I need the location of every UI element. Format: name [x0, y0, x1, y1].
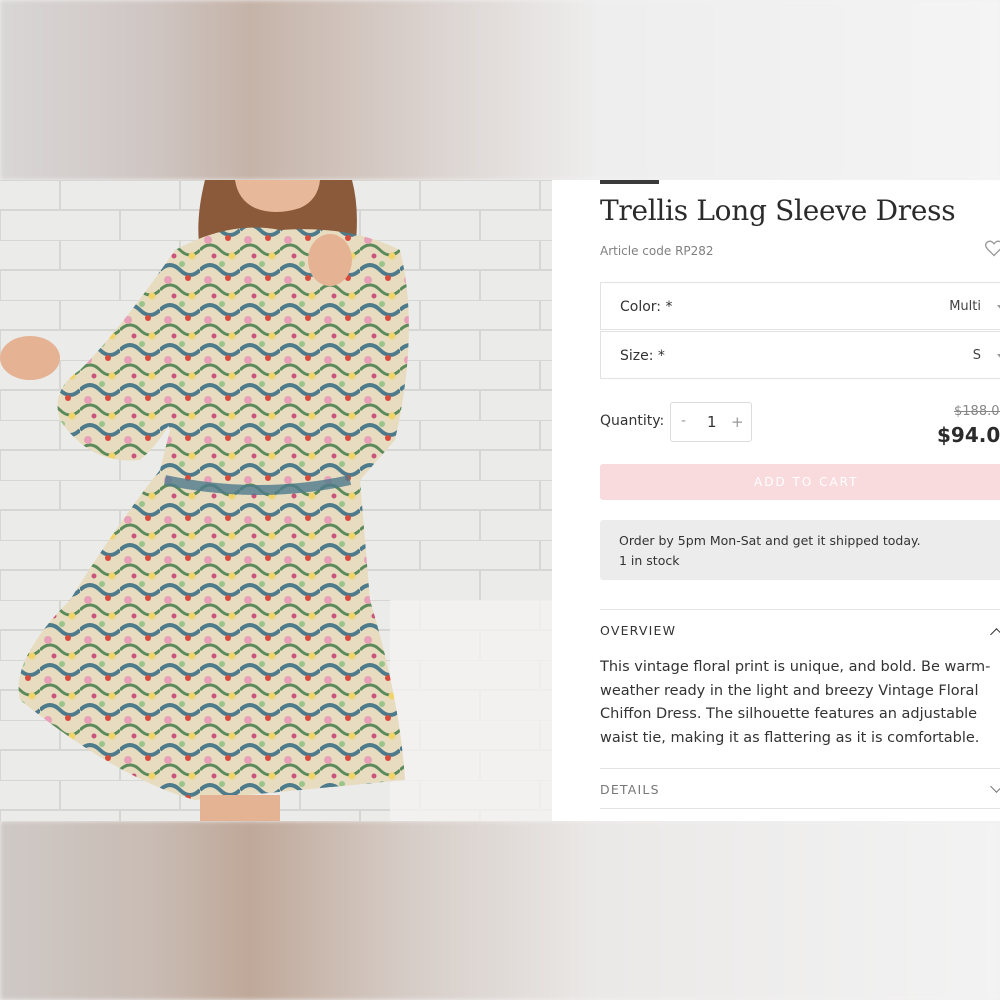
stock-status: 1 in stock — [619, 553, 680, 568]
color-label: Color: * — [620, 299, 673, 315]
color-value: Multi — [949, 299, 981, 314]
quantity-stepper: - 1 + — [670, 402, 752, 442]
divider — [600, 609, 1000, 610]
product-tag-bar — [600, 180, 659, 184]
add-to-cart-button[interactable]: ADD TO CART — [600, 464, 1000, 500]
product-details-panel: Trellis Long Sleeve Dress Article code R… — [552, 180, 1000, 821]
details-section-header[interactable]: DETAILS — [600, 782, 660, 797]
sale-price: $94.00 — [937, 423, 1000, 447]
size-value: S — [972, 348, 981, 363]
heart-icon[interactable] — [984, 238, 1000, 258]
blurred-background-top — [0, 0, 1000, 180]
overview-section-header[interactable]: OVERVIEW — [600, 623, 676, 638]
quantity-label: Quantity: — [600, 413, 665, 429]
product-title: Trellis Long Sleeve Dress — [600, 194, 956, 227]
color-select[interactable]: Color: * Multi — [600, 282, 1000, 330]
blurred-background-bottom — [0, 821, 1000, 1000]
overview-description: This vintage floral print is unique, and… — [600, 659, 991, 746]
product-photo-illustration — [0, 180, 552, 821]
quantity-decrease-button[interactable]: - — [681, 413, 686, 429]
quantity-value[interactable]: 1 — [707, 413, 717, 431]
quantity-increase-button[interactable]: + — [731, 413, 744, 431]
shipping-info: Order by 5pm Mon-Sat and get it shipped … — [600, 520, 1000, 580]
product-image[interactable] — [0, 180, 552, 821]
size-select[interactable]: Size: * S — [600, 331, 1000, 379]
chevron-down-icon[interactable] — [990, 780, 1000, 793]
chevron-up-icon[interactable] — [990, 628, 1000, 641]
size-label: Size: * — [620, 348, 665, 364]
article-code: Article code RP282 — [600, 244, 714, 258]
shipping-message: Order by 5pm Mon-Sat and get it shipped … — [619, 533, 921, 548]
divider — [600, 808, 1000, 809]
original-price: $188.00 — [954, 404, 1000, 419]
divider — [600, 768, 1000, 769]
